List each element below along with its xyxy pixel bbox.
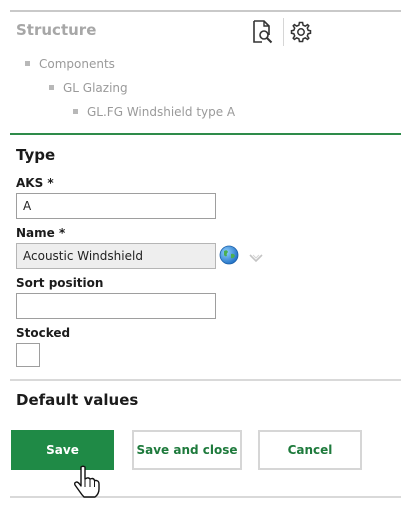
save-button[interactable]: Save (11, 430, 114, 470)
bullet-icon (49, 85, 54, 90)
type-section-title: Type (16, 146, 56, 164)
tree-item-label: Components (39, 57, 115, 71)
bullet-icon (73, 109, 78, 114)
save-and-close-button[interactable]: Save and close (132, 430, 242, 470)
name-input[interactable] (16, 243, 216, 269)
cancel-button[interactable]: Cancel (258, 430, 362, 470)
bullet-icon (25, 61, 30, 66)
tree-item-windshield[interactable]: GL.FG Windshield type A (73, 105, 235, 119)
tree-item-label: GL Glazing (63, 81, 128, 95)
chevron-down-icon[interactable] (248, 249, 264, 263)
document-search-icon[interactable] (249, 19, 275, 45)
aks-label: AKS * (16, 176, 54, 190)
name-label: Name * (16, 226, 66, 240)
sort-position-input[interactable] (16, 293, 216, 319)
hand-cursor-icon (72, 465, 102, 499)
globe-icon[interactable] (219, 245, 239, 265)
stocked-label: Stocked (16, 326, 71, 340)
tree-item-label: GL.FG Windshield type A (87, 105, 236, 119)
section-divider (10, 133, 401, 135)
tree-item-gl-glazing[interactable]: GL Glazing (49, 81, 128, 95)
section-divider (10, 379, 401, 381)
aks-input[interactable] (16, 193, 216, 219)
toolbar-separator (283, 18, 284, 46)
sort-position-label: Sort position (16, 276, 104, 290)
bottom-divider (10, 496, 401, 498)
default-values-title: Default values (16, 391, 139, 409)
tree-item-components[interactable]: Components (25, 57, 115, 71)
structure-title: Structure (16, 21, 97, 39)
gear-icon[interactable] (288, 19, 314, 45)
stocked-checkbox[interactable] (16, 343, 40, 367)
top-divider (10, 10, 401, 12)
